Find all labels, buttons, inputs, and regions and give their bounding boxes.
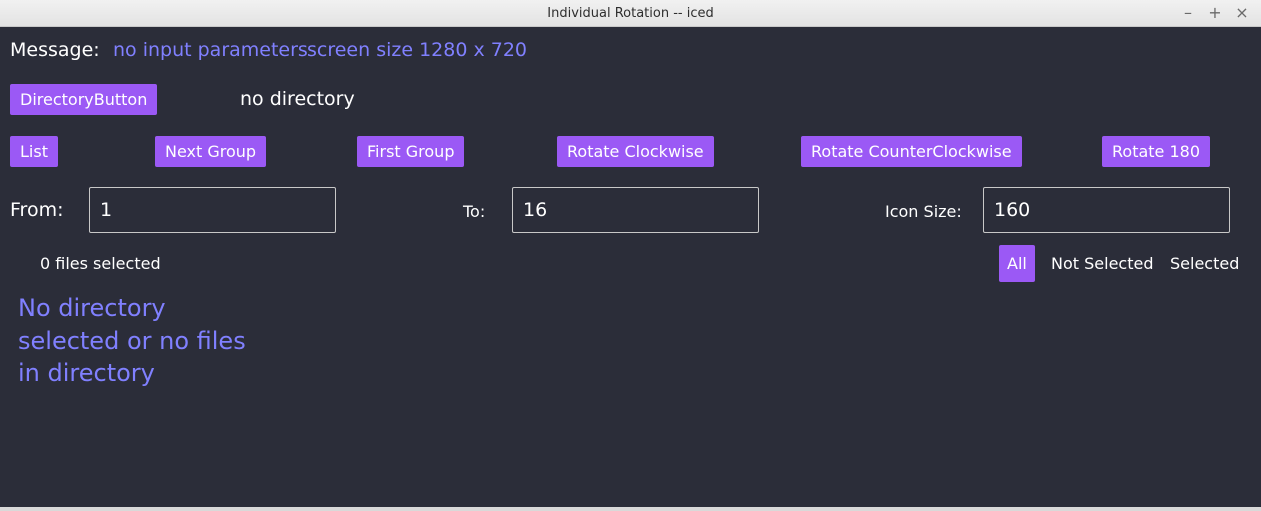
filter-not-selected[interactable]: Not Selected [1043, 245, 1161, 282]
next-group-button[interactable]: Next Group [155, 136, 267, 167]
filter-all[interactable]: All [999, 245, 1035, 282]
minimize-icon[interactable]: – [1177, 2, 1199, 24]
message-text: no input parameters [113, 39, 308, 61]
message-label: Message: [10, 39, 100, 61]
list-button[interactable]: List [10, 136, 58, 167]
screen-size-text: screen size 1280 x 720 [307, 39, 528, 61]
empty-state-line2: selected or no files [18, 327, 246, 355]
filter-selected[interactable]: Selected [1162, 245, 1247, 282]
icon-size-field[interactable] [983, 187, 1230, 233]
directory-status: no directory [240, 88, 355, 110]
empty-state-line1: No directory [18, 294, 166, 322]
from-input[interactable] [90, 188, 335, 232]
window-bottom-border [0, 507, 1261, 511]
close-icon[interactable]: × [1231, 2, 1253, 24]
icon-size-label: Icon Size: [885, 202, 962, 221]
icon-size-input[interactable] [984, 188, 1229, 232]
to-input[interactable] [513, 188, 758, 232]
to-field[interactable] [512, 187, 759, 233]
rotate-clockwise-button[interactable]: Rotate Clockwise [557, 136, 714, 167]
rotate-counterclockwise-button[interactable]: Rotate CounterClockwise [801, 136, 1022, 167]
to-label: To: [463, 202, 486, 221]
empty-state-line3: in directory [18, 359, 155, 387]
app-body: Message: no input parameters screen size… [0, 27, 1261, 507]
files-selected-count: 0 files selected [40, 254, 161, 273]
window-titlebar: Individual Rotation -- iced – + × [0, 0, 1261, 27]
from-label: From: [10, 199, 64, 221]
window-title: Individual Rotation -- iced [547, 6, 714, 21]
from-field[interactable] [89, 187, 336, 233]
first-group-button[interactable]: First Group [357, 136, 465, 167]
rotate-180-button[interactable]: Rotate 180 [1102, 136, 1211, 167]
maximize-icon[interactable]: + [1204, 2, 1226, 24]
directory-button[interactable]: DirectoryButton [10, 84, 158, 115]
